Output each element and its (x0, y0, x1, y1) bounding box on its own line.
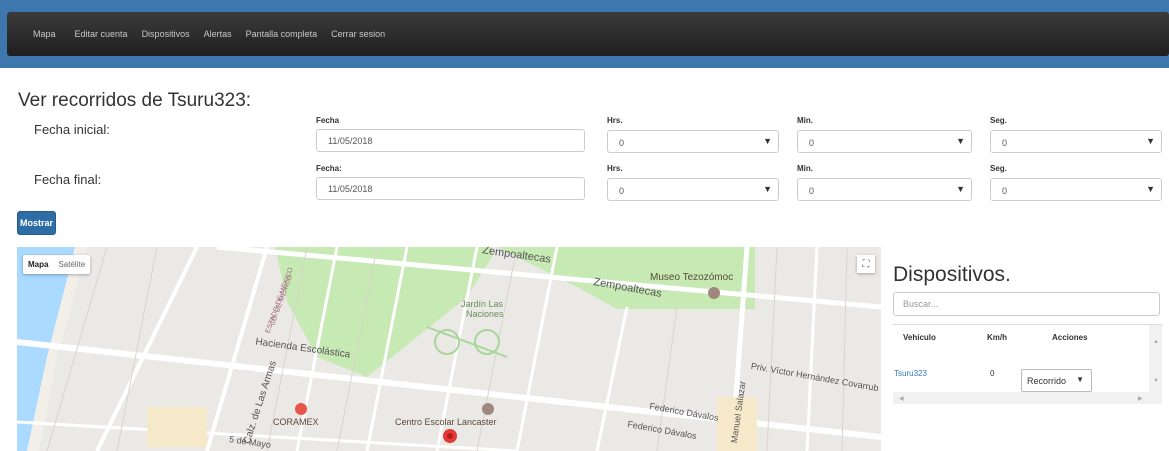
start-hrs-value: 0 (619, 138, 625, 148)
start-seg-label: Seg. (990, 116, 1007, 125)
start-seg-select[interactable]: 0 ▼ (990, 130, 1162, 153)
vertical-scrollbar[interactable]: ▲ ▼ (1149, 325, 1162, 392)
search-input[interactable]: Buscar... (893, 292, 1160, 316)
page-title: Ver recorridos de Tsuru323: (18, 90, 252, 111)
end-min-value: 0 (809, 186, 815, 196)
nav-item-mapa[interactable]: Mapa (7, 29, 63, 39)
action-select-value: Recorrido (1027, 376, 1067, 386)
start-seg-value: 0 (1002, 138, 1008, 148)
end-date-row-label: Fecha final: (34, 172, 102, 187)
nav-item-editar-cuenta[interactable]: Editar cuenta (63, 29, 135, 39)
nav-item-alertas[interactable]: Alertas (197, 29, 239, 39)
nav-item-dispositivos[interactable]: Dispositivos (135, 29, 197, 39)
column-header-actions: Acciones (1052, 333, 1088, 342)
map-label-park: Jardín Las (461, 299, 504, 309)
end-seg-value: 0 (1002, 186, 1008, 196)
end-hrs-value: 0 (619, 186, 625, 196)
end-min-select[interactable]: 0 ▼ (797, 178, 972, 201)
map-view[interactable]: Mapa Satélite ⛶ Zempoaltecas Zempoalteca… (17, 247, 881, 451)
action-select[interactable]: Recorrido ▼ (1021, 369, 1092, 392)
poi-icon (295, 403, 307, 415)
end-seg-label: Seg. (990, 164, 1007, 173)
nav-item-pantalla-completa[interactable]: Pantalla completa (239, 29, 325, 39)
devices-table: Vehículo Km/h Acciones Tsuru323 0 Recorr… (893, 324, 1162, 406)
chevron-down-icon: ▼ (763, 184, 772, 194)
start-min-value: 0 (809, 138, 815, 148)
map-label-park: Naciones (466, 309, 504, 319)
horizontal-scrollbar[interactable]: ◀ ▶ (893, 392, 1162, 404)
map-label-poi: Centro Escolar Lancaster (395, 417, 497, 427)
chevron-down-icon: ▼ (1146, 136, 1155, 146)
map-type-control: Mapa Satélite (23, 255, 91, 274)
top-navbar: Mapa Editar cuenta Dispositivos Alertas … (7, 12, 1169, 56)
chevron-down-icon: ▼ (1146, 184, 1155, 194)
end-date-input[interactable]: 11/05/2018 (316, 177, 585, 200)
map-label-poi: CORAMEX (273, 417, 319, 427)
end-min-label: Min. (797, 164, 813, 173)
end-hrs-select[interactable]: 0 ▼ (607, 178, 779, 201)
map-type-satellite[interactable]: Satélite (53, 255, 90, 274)
start-hrs-select[interactable]: 0 ▼ (607, 130, 779, 153)
end-seg-select[interactable]: 0 ▼ (990, 178, 1162, 201)
column-header-speed: Km/h (987, 333, 1007, 342)
start-min-select[interactable]: 0 ▼ (797, 130, 972, 153)
chevron-down-icon: ▼ (956, 184, 965, 194)
start-date-row-label: Fecha inicial: (34, 122, 110, 137)
fullscreen-icon[interactable]: ⛶ (857, 255, 875, 273)
map-type-map[interactable]: Mapa (23, 255, 53, 274)
start-min-label: Min. (797, 116, 813, 125)
scroll-up-icon[interactable]: ▲ (1153, 339, 1159, 345)
start-date-input[interactable]: 11/05/2018 (316, 129, 585, 152)
scroll-down-icon[interactable]: ▼ (1153, 378, 1159, 384)
map-label-museum: Museo Tezozómoc (650, 272, 734, 283)
scroll-left-icon[interactable]: ◀ (899, 395, 904, 402)
start-date-label: Fecha (316, 116, 340, 125)
chevron-down-icon: ▼ (1076, 375, 1084, 384)
show-button[interactable]: Mostrar (17, 211, 56, 235)
end-date-label: Fecha: (316, 164, 342, 173)
start-hrs-label: Hrs. (607, 116, 623, 125)
column-header-vehicle: Vehículo (903, 333, 936, 342)
devices-title: Dispositivos. (893, 263, 1011, 286)
vehicle-link[interactable]: Tsuru323 (894, 369, 927, 378)
nav-item-cerrar-sesion[interactable]: Cerrar sesion (324, 29, 392, 39)
chevron-down-icon: ▼ (956, 136, 965, 146)
chevron-down-icon: ▼ (763, 136, 772, 146)
end-hrs-label: Hrs. (607, 164, 623, 173)
speed-value: 0 (990, 369, 995, 378)
scroll-right-icon[interactable]: ▶ (1138, 395, 1143, 402)
